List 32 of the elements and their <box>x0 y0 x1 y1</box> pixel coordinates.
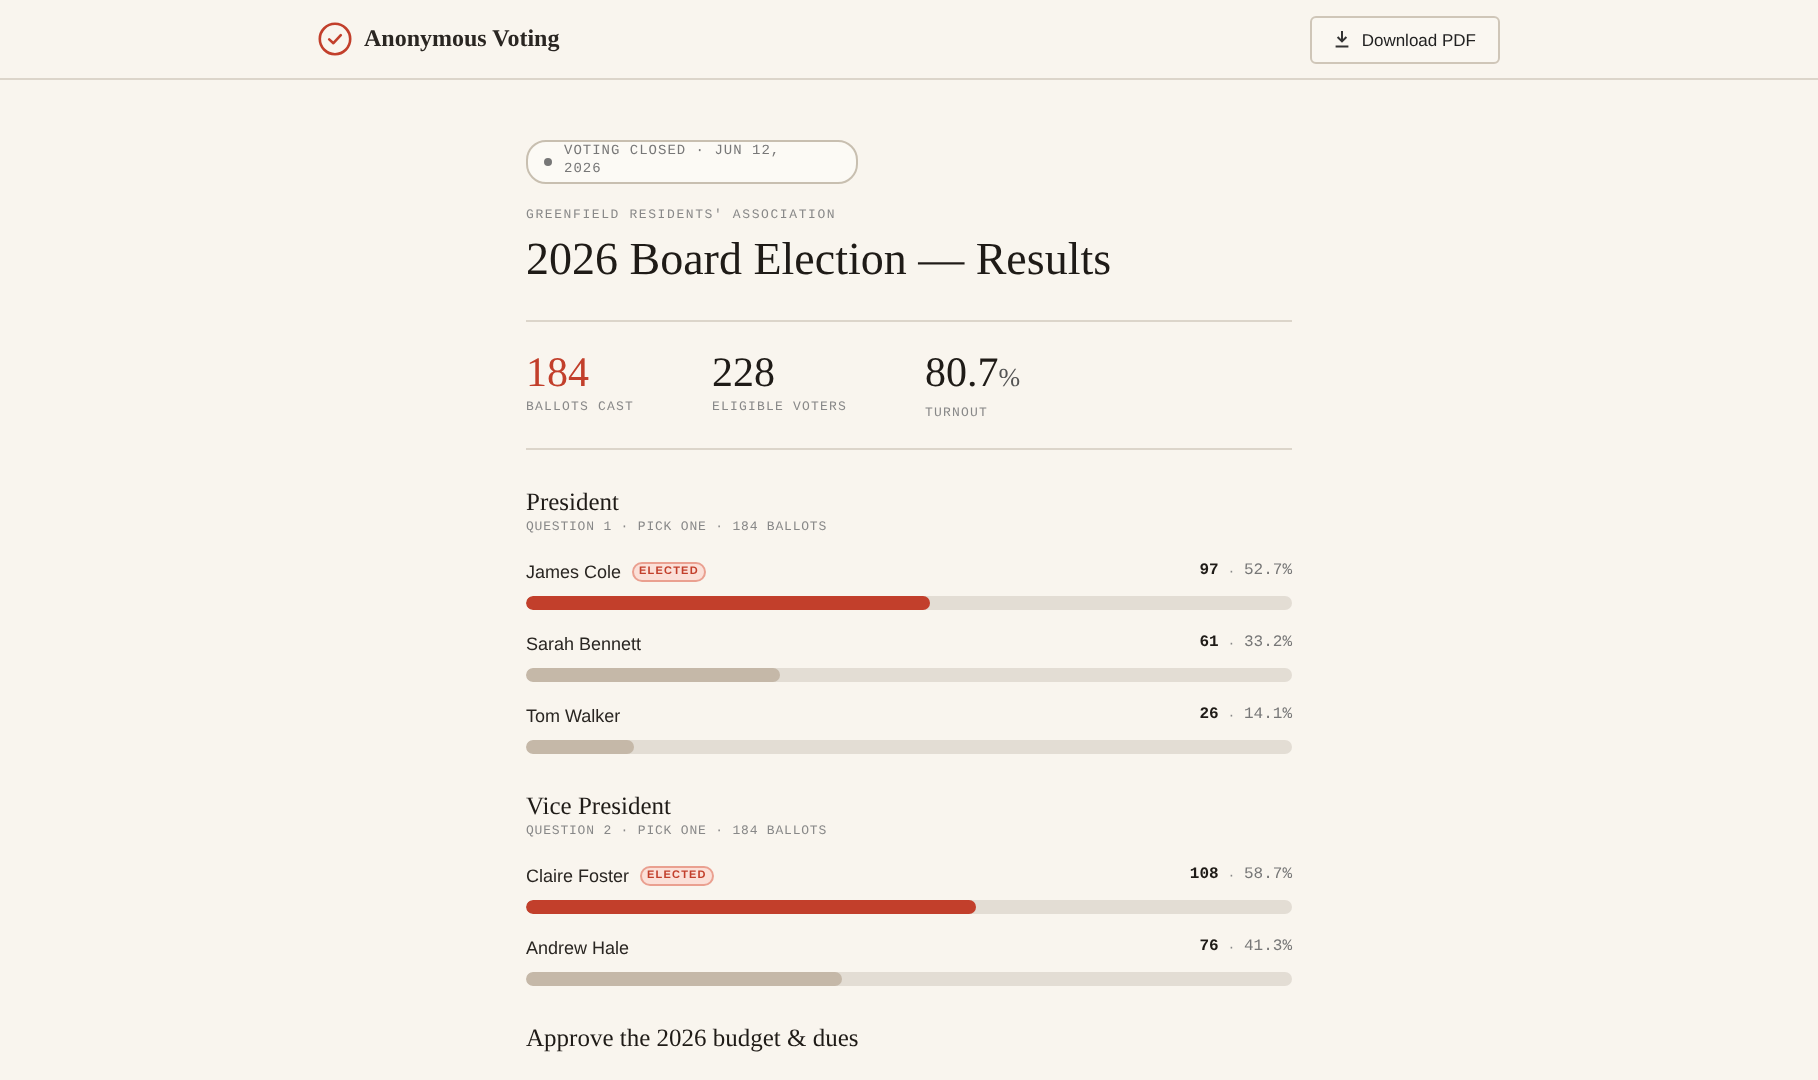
question-title: Approve the 2026 budget & dues <box>526 1022 861 1054</box>
vote-count: 26 <box>1199 706 1219 724</box>
stat-value: 228 <box>712 348 778 396</box>
candidate-name: Tom Walker <box>526 705 621 725</box>
vote-percent: 41.3% <box>1243 938 1292 956</box>
download-icon <box>1333 30 1350 48</box>
separator-dot: · <box>1228 938 1234 956</box>
question-title: Vice President <box>526 790 673 822</box>
stat-value: 80.7% <box>925 348 1021 400</box>
stat-value: 184 <box>526 348 591 396</box>
candidate-name: Andrew Hale <box>526 937 630 957</box>
vote-count: 61 <box>1199 634 1219 652</box>
separator-dot: · <box>1228 562 1234 580</box>
check-circle-icon <box>318 22 352 56</box>
vote-count: 76 <box>1199 938 1219 956</box>
download-pdf-button[interactable]: Download PDF <box>1309 15 1500 63</box>
separator-dot: · <box>1228 634 1234 652</box>
dot-icon <box>544 158 552 166</box>
vote-percent: 58.7% <box>1243 866 1292 884</box>
app-name: Anonymous Voting <box>364 24 560 54</box>
candidate-name: Sarah Bennett <box>526 633 642 653</box>
separator-dot: · <box>1228 706 1234 724</box>
candidate-name: James Cole <box>526 561 622 581</box>
question-title: President <box>526 486 622 518</box>
candidate-name: Claire Foster <box>526 865 630 885</box>
vote-percent: 33.2% <box>1243 634 1292 652</box>
vote-percent: 14.1% <box>1243 706 1292 724</box>
vote-percent: 52.7% <box>1243 562 1292 580</box>
separator-dot: · <box>1228 866 1234 884</box>
vote-count: 108 <box>1189 866 1219 884</box>
page-title: 2026 Board Election — Results <box>526 232 1114 288</box>
vote-count: 97 <box>1199 562 1219 580</box>
